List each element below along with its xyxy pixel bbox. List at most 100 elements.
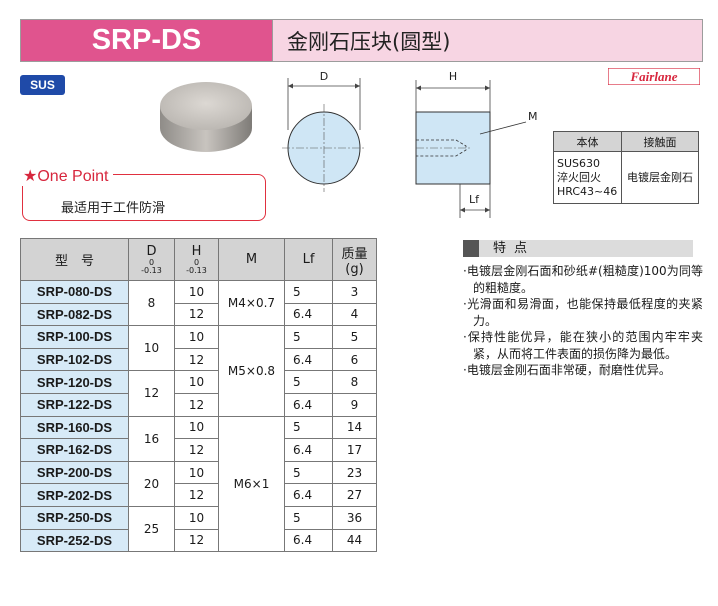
product-photo <box>160 82 252 152</box>
col-header-mass-unit: (g) <box>345 261 364 277</box>
product-header: SRP-DS 金刚石压块(圆型) <box>20 19 703 62</box>
dimension-m-label: M <box>528 110 538 123</box>
mass-cell: 36 <box>332 505 377 530</box>
model-cell: SRP-252-DS <box>20 528 129 553</box>
model-cell: SRP-102-DS <box>20 347 129 372</box>
mass-cell: 3 <box>332 280 377 304</box>
table-row: SRP-252-DS 12 6.4 44 <box>20 528 377 553</box>
features-header: 特点 <box>463 240 693 257</box>
material-header-body: 本体 <box>553 131 622 152</box>
one-point-text: 最适用于工件防滑 <box>61 201 166 216</box>
features-title: 特点 <box>493 241 536 256</box>
lf-cell: 6.4 <box>284 392 333 417</box>
col-header-d-label: D <box>146 244 157 259</box>
d-cell: 16 <box>128 415 175 462</box>
dimension-h-label: H <box>449 70 457 83</box>
lf-cell: 6.4 <box>284 438 333 462</box>
table-row: SRP-120-DS 12 10 5 8 <box>20 370 377 417</box>
spec-table: 型 号 D 0 -0.13 H 0 -0.13 M Lf 质量 (g) SRP-… <box>20 238 377 553</box>
col-header-model: 型 号 <box>20 238 129 281</box>
table-row: SRP-160-DS 16 10 M6×1 5 14 <box>20 415 377 553</box>
product-name: 金刚石压块(圆型) <box>272 20 702 61</box>
technical-drawing: D H M Lf <box>282 70 538 218</box>
m-cell: M5×0.8 <box>218 325 285 417</box>
col-header-mass: 质量 (g) <box>332 238 377 281</box>
d-cell: 10 <box>128 325 175 372</box>
lf-cell: 5 <box>284 505 333 530</box>
h-cell: 12 <box>174 392 219 417</box>
brand-logo-text: Fairlane <box>630 69 678 84</box>
material-body-line: 淬火回火 <box>557 170 601 184</box>
h-cell: 10 <box>174 415 219 440</box>
lf-cell: 5 <box>284 280 333 304</box>
mass-cell: 27 <box>332 483 377 507</box>
feature-item: ·光滑面和易滑面，也能保持最低程度的夹紧力。 <box>463 297 703 328</box>
d-cell: 20 <box>128 460 175 507</box>
h-cell: 10 <box>174 280 219 304</box>
material-body-line: HRC43~46 <box>557 184 618 198</box>
col-header-h: H 0 -0.13 <box>174 238 219 281</box>
h-cell: 12 <box>174 302 219 327</box>
table-row: SRP-122-DS 12 6.4 9 <box>20 392 377 417</box>
col-header-lf: Lf <box>284 238 333 281</box>
material-table: 本体 接触面 SUS630 淬火回火 HRC43~46 电镀层金刚石 <box>553 131 699 204</box>
h-cell: 10 <box>174 325 219 349</box>
col-header-h-label: H <box>191 244 202 259</box>
feature-item: ·电镀层金刚石面非常硬，耐磨性优异。 <box>463 363 671 377</box>
model-cell: SRP-200-DS <box>20 460 129 485</box>
table-row: SRP-200-DS 20 10 5 23 <box>20 460 377 507</box>
table-row: SRP-162-DS 12 6.4 17 <box>20 438 377 462</box>
lf-cell: 5 <box>284 460 333 485</box>
model-cell: SRP-080-DS <box>20 280 129 304</box>
model-cell: SRP-160-DS <box>20 415 129 440</box>
h-cell: 10 <box>174 370 219 394</box>
model-cell: SRP-120-DS <box>20 370 129 394</box>
lf-cell: 6.4 <box>284 347 333 372</box>
dimension-d-label: D <box>320 70 328 83</box>
table-row: SRP-202-DS 12 6.4 27 <box>20 483 377 507</box>
mass-cell: 23 <box>332 460 377 485</box>
mass-cell: 9 <box>332 392 377 417</box>
col-header-m: M <box>218 238 285 281</box>
mass-cell: 5 <box>332 325 377 349</box>
table-row: SRP-100-DS 10 10 M5×0.8 5 5 <box>20 325 377 417</box>
col-header-d: D 0 -0.13 <box>128 238 175 281</box>
h-cell: 10 <box>174 460 219 485</box>
features-list: ·电镀层金刚石面和砂纸#(粗糙度)100为同等的粗糙度。 ·光滑面和易滑面，也能… <box>463 263 703 379</box>
dimension-lf-label: Lf <box>469 193 480 206</box>
lf-cell: 5 <box>284 415 333 440</box>
d-cell: 8 <box>128 279 175 327</box>
mass-cell: 4 <box>332 302 377 327</box>
material-badge: SUS <box>20 75 65 95</box>
mass-cell: 44 <box>332 528 377 553</box>
m-cell: M6×1 <box>218 415 285 553</box>
brand-logo: Fairlane <box>608 68 700 85</box>
d-cell: 25 <box>128 505 175 553</box>
table-row: SRP-082-DS 12 6.4 4 <box>20 302 377 327</box>
h-cell: 10 <box>174 505 219 530</box>
model-cell: SRP-250-DS <box>20 505 129 530</box>
table-row: SRP-250-DS 25 10 5 36 <box>20 505 377 553</box>
table-row: SRP-080-DS 8 10 M4×0.7 5 3 <box>20 279 377 327</box>
col-header-mass-label: 质量 <box>341 246 368 262</box>
material-header-surface: 接触面 <box>621 131 699 152</box>
material-surface-cell: 电镀层金刚石 <box>621 151 699 204</box>
m-cell: M4×0.7 <box>218 279 285 327</box>
lf-cell: 6.4 <box>284 302 333 327</box>
model-cell: SRP-162-DS <box>20 438 129 462</box>
d-cell: 12 <box>128 370 175 417</box>
lf-cell: 5 <box>284 325 333 349</box>
feature-item: ·保持性能优异，能在狭小的范围内牢牢夹紧，从而将工件表面的损伤降为最低。 <box>463 330 703 361</box>
one-point-title: ★One Point <box>19 166 113 186</box>
mass-cell: 14 <box>332 415 377 440</box>
lf-cell: 6.4 <box>284 483 333 507</box>
d-tolerance-lower: -0.13 <box>141 266 162 275</box>
feature-item: ·电镀层金刚石面和砂纸#(粗糙度)100为同等的粗糙度。 <box>463 264 703 295</box>
h-cell: 12 <box>174 438 219 462</box>
table-row: SRP-102-DS 12 6.4 6 <box>20 347 377 372</box>
h-cell: 12 <box>174 528 219 553</box>
features-header-block <box>463 240 479 257</box>
mass-cell: 8 <box>332 370 377 394</box>
mass-cell: 17 <box>332 438 377 462</box>
h-cell: 12 <box>174 483 219 507</box>
